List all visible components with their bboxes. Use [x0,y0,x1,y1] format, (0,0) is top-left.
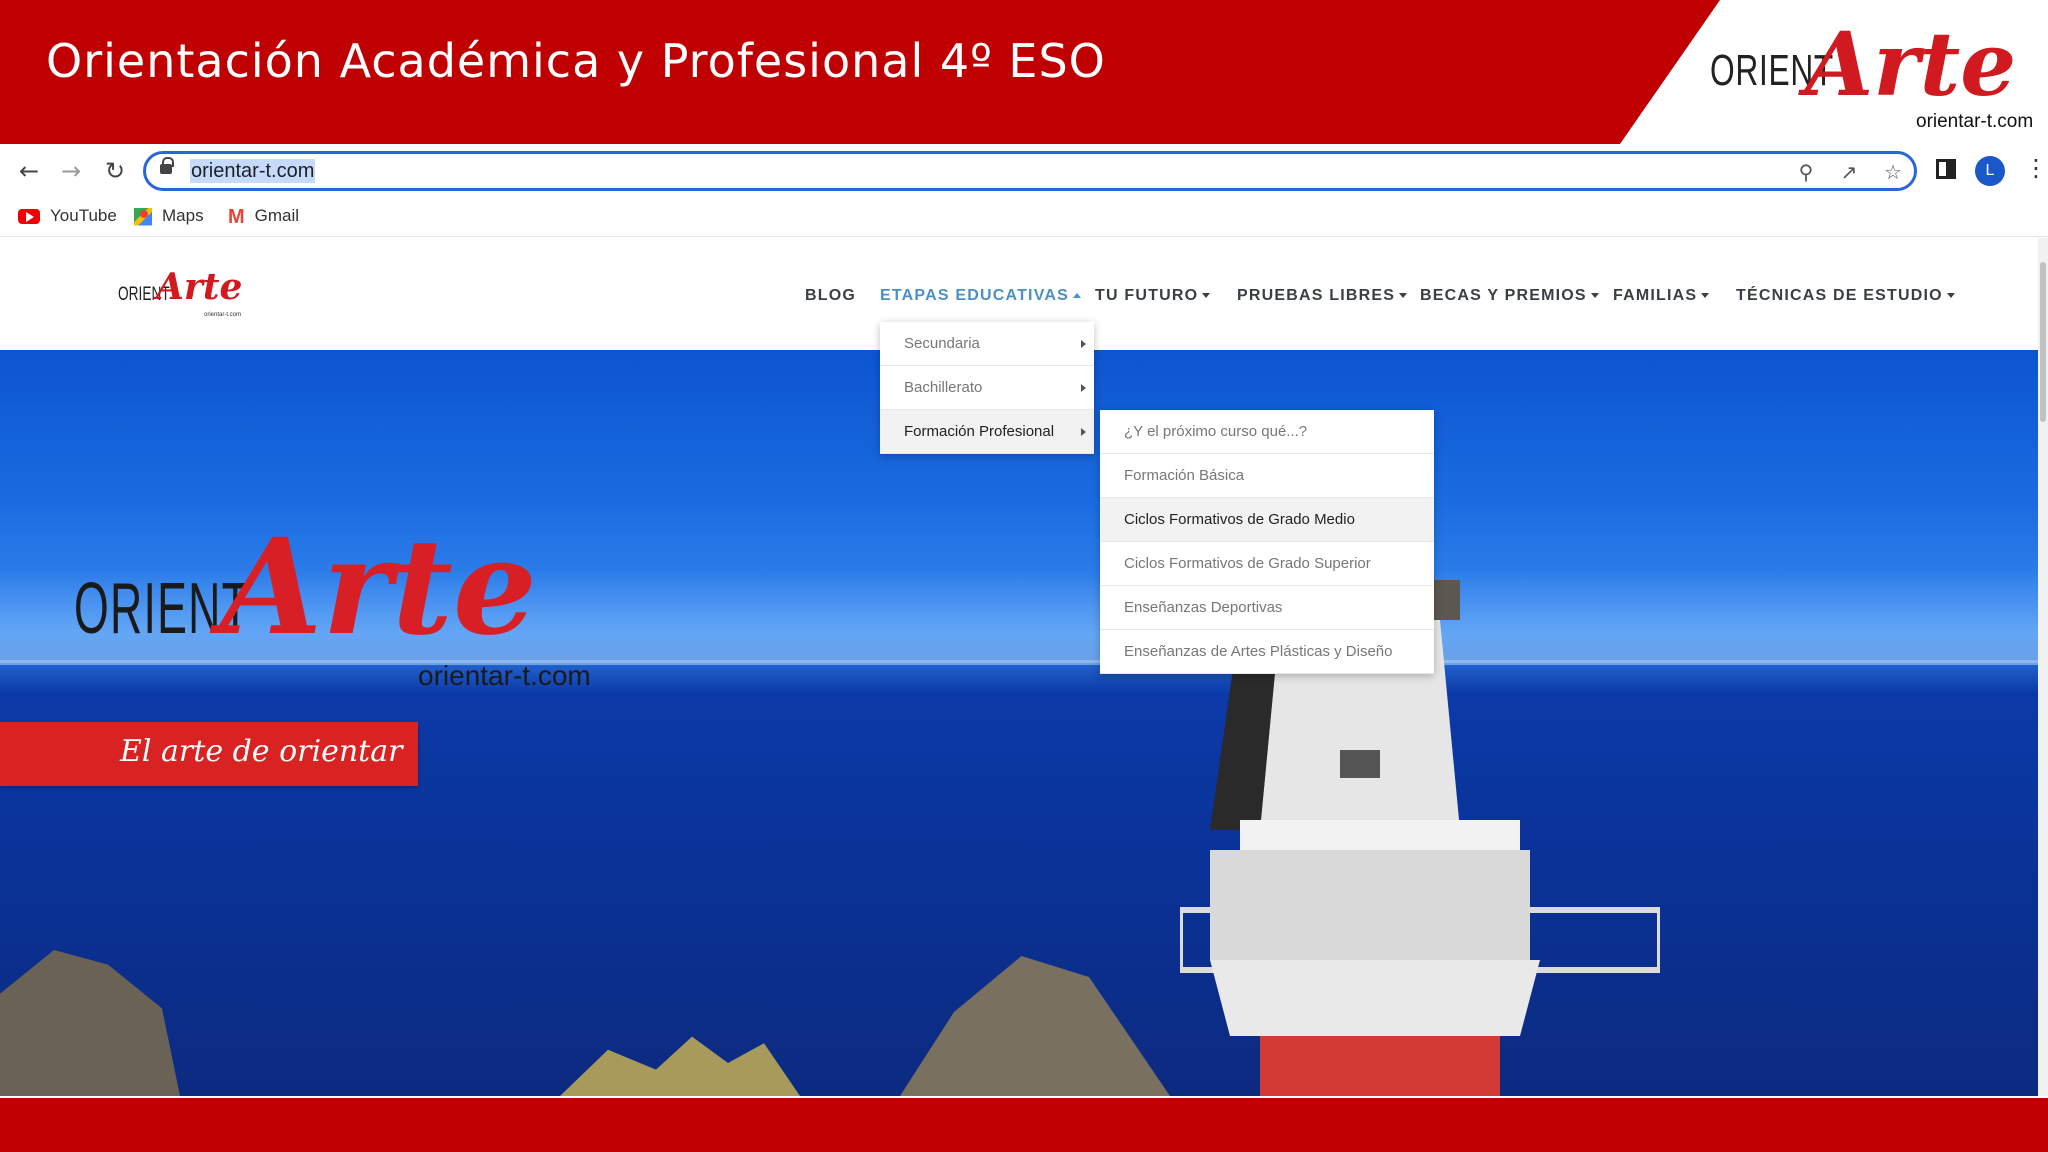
reload-icon[interactable]: ↻ [100,156,130,186]
nav-label: TÉCNICAS DE ESTUDIO [1736,287,1943,304]
tagline-text: El arte de orientar [120,734,403,769]
menu-item-label: Formación Profesional [904,423,1055,440]
bookmark-gmail[interactable]: M Gmail [228,205,300,228]
nav-tu-futuro[interactable]: TU FUTURO [1095,287,1211,305]
lock-icon[interactable] [160,157,174,177]
fp-submenu: ¿Y el próximo curso qué...? Formación Bá… [1100,410,1434,674]
gmail-icon: M [228,205,245,228]
more-menu-icon[interactable]: ⋮ [2024,154,2048,182]
bookmark-label: Maps [162,206,204,225]
caret-down-icon [1202,293,1211,299]
maps-icon [134,207,152,226]
site-logo-arte: Arte [156,266,243,308]
grass [560,1036,800,1096]
profile-avatar[interactable]: L [1975,156,2005,186]
bookmark-star-icon[interactable]: ☆ [1881,160,1905,184]
submenu-item[interactable]: Formación Básica [1100,454,1434,498]
slide-title: Orientación Académica y Profesional 4º E… [46,34,1106,88]
back-arrow-icon[interactable]: ← [14,156,44,186]
browser-toolbar: ← → ↻ orientar-t.com ⚲ ↗ ☆ L ⋮ [0,144,2048,197]
forward-arrow-icon[interactable]: → [56,156,86,186]
caret-down-icon [1946,293,1955,299]
nav-pruebas-libres[interactable]: PRUEBAS LIBRES [1237,287,1408,305]
youtube-icon [18,209,40,225]
tagline-banner: El arte de orientar [0,722,418,786]
caret-up-icon [1073,293,1082,299]
menu-item-label: Bachillerato [904,379,983,396]
menu-item-formacion-profesional[interactable]: Formación Profesional [880,410,1094,454]
submenu-item-label: Enseñanzas de Artes Plásticas y Diseño [1124,643,1393,660]
scrollbar-thumb[interactable] [2040,262,2046,422]
nav-label: TU FUTURO [1095,287,1199,304]
caret-down-icon [1701,293,1710,299]
submenu-item-label: Enseñanzas Deportivas [1124,599,1283,616]
bookmark-label: Gmail [254,206,300,225]
nav-blog[interactable]: BLOG [805,287,856,305]
logo-arte-text: Arte [1805,12,2017,116]
page-scrollbar[interactable] [2038,238,2048,1096]
hero-banner: ORIENT Arte orientar-t.com El arte de or… [0,350,2048,1096]
menu-item-bachillerato[interactable]: Bachillerato [880,366,1094,410]
bookmark-youtube[interactable]: YouTube [18,206,117,226]
bookmark-maps[interactable]: Maps [134,206,204,226]
submenu-item[interactable]: Enseñanzas Deportivas [1100,586,1434,630]
bookmarks-bar: YouTube Maps M Gmail [0,197,2048,237]
submenu-item-label: Ciclos Formativos de Grado Medio [1124,511,1355,528]
rock-left [0,950,180,1096]
menu-item-secundaria[interactable]: Secundaria [880,322,1094,366]
submenu-item-label: ¿Y el próximo curso qué...? [1124,423,1308,440]
menu-item-label: Secundaria [904,335,980,352]
hero-logo: ORIENT Arte orientar-t.com [74,510,634,710]
address-bar[interactable]: orientar-t.com ⚲ ↗ ☆ [143,151,1917,191]
share-icon[interactable]: ↗ [1837,160,1861,184]
side-panel-icon[interactable] [1936,159,1956,179]
url-text[interactable]: orientar-t.com [190,159,316,183]
nav-label: ETAPAS EDUCATIVAS [880,287,1070,304]
orientarte-corner-logo: ORIENT Arte orientar-t.com [1700,8,2040,138]
nav-label: BLOG [805,287,857,304]
website-viewport: ORIENT Arte orientar-t.com El arte de or… [0,238,2048,1096]
submenu-item[interactable]: Ciclos Formativos de Grado Superior [1100,542,1434,586]
submenu-item[interactable]: ¿Y el próximo curso qué...? [1100,410,1434,454]
site-logo-url: orientar-t.com [204,312,242,318]
chevron-right-icon [1081,340,1086,348]
logo-url-text: orientar-t.com [1916,111,2034,132]
nav-familias[interactable]: FAMILIAS [1613,287,1710,305]
submenu-item-label: Formación Básica [1124,467,1245,484]
bookmark-label: YouTube [50,206,117,225]
caret-down-icon [1399,293,1408,299]
site-logo[interactable]: ORIENT Arte orientar-t.com [118,266,258,330]
nav-label: PRUEBAS LIBRES [1237,287,1396,304]
submenu-item[interactable]: Enseñanzas de Artes Plásticas y Diseño [1100,630,1434,674]
hero-logo-arte: Arte [220,510,537,665]
nav-label: BECAS Y PREMIOS [1420,287,1587,304]
slide-header: Orientación Académica y Profesional 4º E… [0,0,2048,144]
submenu-item-grado-medio[interactable]: Ciclos Formativos de Grado Medio [1100,498,1434,542]
nav-becas-y-premios[interactable]: BECAS Y PREMIOS [1420,287,1599,305]
submenu-item-label: Ciclos Formativos de Grado Superior [1124,555,1371,572]
slide-footer-band [0,1098,2048,1152]
hero-logo-url: orientar-t.com [418,660,591,691]
nav-tecnicas-de-estudio[interactable]: TÉCNICAS DE ESTUDIO [1736,287,1955,305]
chevron-right-icon [1081,428,1086,436]
zoom-icon[interactable]: ⚲ [1794,160,1818,184]
etapas-dropdown: Secundaria Bachillerato Formación Profes… [880,322,1094,454]
caret-down-icon [1590,293,1599,299]
rock-middle [900,956,1170,1096]
chevron-right-icon [1081,384,1086,392]
nav-etapas-educativas[interactable]: ETAPAS EDUCATIVAS [880,287,1082,305]
nav-label: FAMILIAS [1613,287,1698,304]
